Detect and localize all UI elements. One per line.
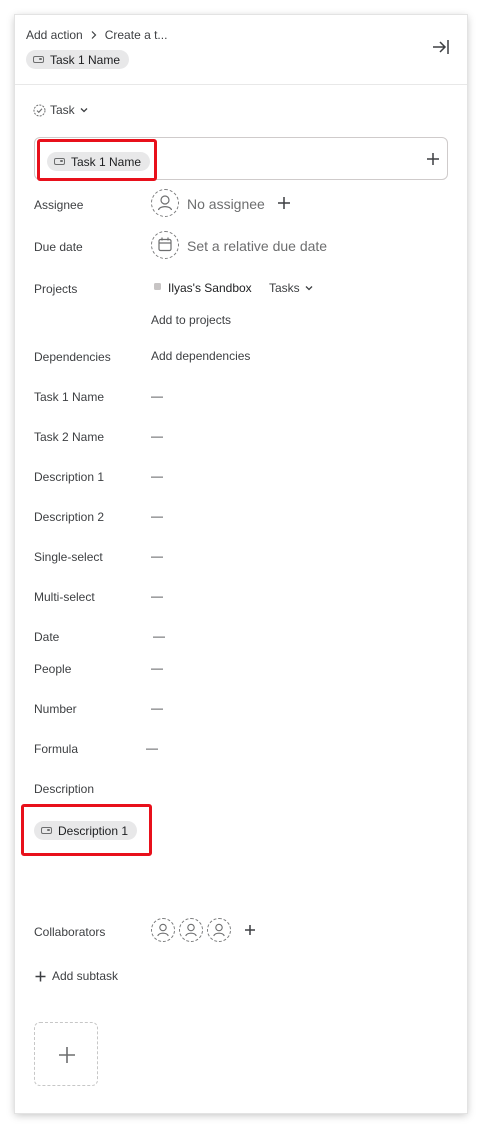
task-name-chip[interactable]: Task 1 Name bbox=[47, 152, 151, 171]
project-name[interactable]: Ilyas's Sandbox bbox=[168, 281, 252, 295]
project-section-label: Tasks bbox=[269, 281, 300, 295]
check-circle-icon bbox=[33, 104, 46, 116]
assignee-value[interactable]: No assignee bbox=[187, 196, 265, 212]
dependencies-label: Dependencies bbox=[34, 350, 111, 364]
variable-chip-label: Task 1 Name bbox=[50, 52, 121, 67]
custom-field-value[interactable]: — bbox=[153, 629, 165, 643]
custom-field-value[interactable]: — bbox=[151, 589, 163, 603]
plus-icon bbox=[59, 1047, 75, 1063]
custom-field-label: Task 1 Name bbox=[34, 390, 105, 404]
description-chip[interactable]: Description 1 bbox=[34, 821, 138, 840]
due-date-picker[interactable] bbox=[151, 231, 179, 259]
add-subtask-label: Add subtask bbox=[52, 969, 119, 983]
projects-label: Projects bbox=[34, 282, 78, 296]
add-attachment-button[interactable] bbox=[34, 1022, 98, 1086]
collaborator-avatar[interactable] bbox=[151, 918, 175, 942]
chevron-down-icon bbox=[305, 286, 313, 291]
breadcrumb-create-task[interactable]: Create a t... bbox=[105, 28, 168, 42]
breadcrumb-add-action[interactable]: Add action bbox=[26, 28, 83, 42]
add-subtask-button[interactable]: Add subtask bbox=[35, 969, 118, 983]
plus-icon[interactable] bbox=[425, 151, 441, 167]
user-icon bbox=[157, 923, 169, 937]
user-icon bbox=[185, 923, 197, 937]
add-dependencies-link[interactable]: Add dependencies bbox=[151, 349, 250, 363]
add-collaborator-icon[interactable] bbox=[244, 924, 256, 936]
custom-field-label: Description 1 bbox=[34, 470, 105, 484]
custom-field-label: Single-select bbox=[34, 550, 103, 564]
user-icon bbox=[157, 195, 173, 211]
custom-field-label: People bbox=[34, 662, 72, 676]
custom-field-value[interactable]: — bbox=[151, 509, 163, 523]
breadcrumb: Add action Create a t... bbox=[26, 28, 167, 42]
custom-field-value[interactable]: — bbox=[151, 429, 163, 443]
custom-field-label: Task 2 Name bbox=[34, 430, 105, 444]
custom-field-value[interactable]: — bbox=[151, 701, 163, 715]
assignee-label: Assignee bbox=[34, 198, 84, 212]
custom-field-value[interactable]: — bbox=[151, 661, 163, 675]
calendar-icon bbox=[158, 237, 172, 252]
chevron-down-icon bbox=[80, 108, 88, 113]
description-label: Description bbox=[34, 782, 95, 796]
due-date-value[interactable]: Set a relative due date bbox=[187, 238, 327, 254]
custom-field-value[interactable]: — bbox=[151, 549, 163, 563]
collaborators-label: Collaborators bbox=[34, 925, 106, 939]
task-name-field[interactable]: Task 1 Name bbox=[34, 137, 448, 180]
description-chip-label: Description 1 bbox=[58, 823, 129, 838]
assignee-avatar[interactable] bbox=[151, 189, 179, 217]
variable-icon bbox=[41, 827, 52, 834]
custom-field-value[interactable]: — bbox=[151, 469, 163, 483]
variable-chip[interactable]: Task 1 Name bbox=[26, 50, 130, 69]
collaborator-avatar[interactable] bbox=[179, 918, 203, 942]
task-details-panel: Add action Create a t... Task 1 Name Tas… bbox=[15, 15, 467, 1113]
custom-field-label: Description 2 bbox=[34, 510, 105, 524]
user-icon bbox=[213, 923, 225, 937]
collapse-panel-icon[interactable] bbox=[431, 37, 451, 57]
panel-header: Add action Create a t... Task 1 Name bbox=[15, 15, 467, 85]
project-color-swatch bbox=[154, 283, 161, 290]
task-name-chip-label: Task 1 Name bbox=[71, 154, 142, 169]
custom-field-label: Number bbox=[34, 702, 77, 716]
task-type-label: Task bbox=[50, 103, 75, 117]
variable-icon bbox=[54, 158, 65, 165]
custom-field-value[interactable]: — bbox=[146, 741, 158, 755]
task-type-select[interactable]: Task bbox=[33, 103, 89, 117]
custom-field-value[interactable]: — bbox=[151, 389, 163, 403]
variable-icon bbox=[33, 56, 44, 63]
plus-icon bbox=[35, 971, 46, 981]
due-date-label: Due date bbox=[34, 240, 83, 254]
add-to-projects-link[interactable]: Add to projects bbox=[151, 313, 231, 327]
custom-field-label: Formula bbox=[34, 742, 79, 756]
custom-field-label: Multi-select bbox=[34, 590, 95, 604]
chevron-right-icon bbox=[91, 31, 97, 39]
custom-field-label: Date bbox=[34, 630, 60, 644]
project-section-select[interactable]: Tasks bbox=[269, 281, 314, 295]
collaborator-avatar[interactable] bbox=[207, 918, 231, 942]
add-assignee-icon[interactable] bbox=[277, 196, 291, 210]
